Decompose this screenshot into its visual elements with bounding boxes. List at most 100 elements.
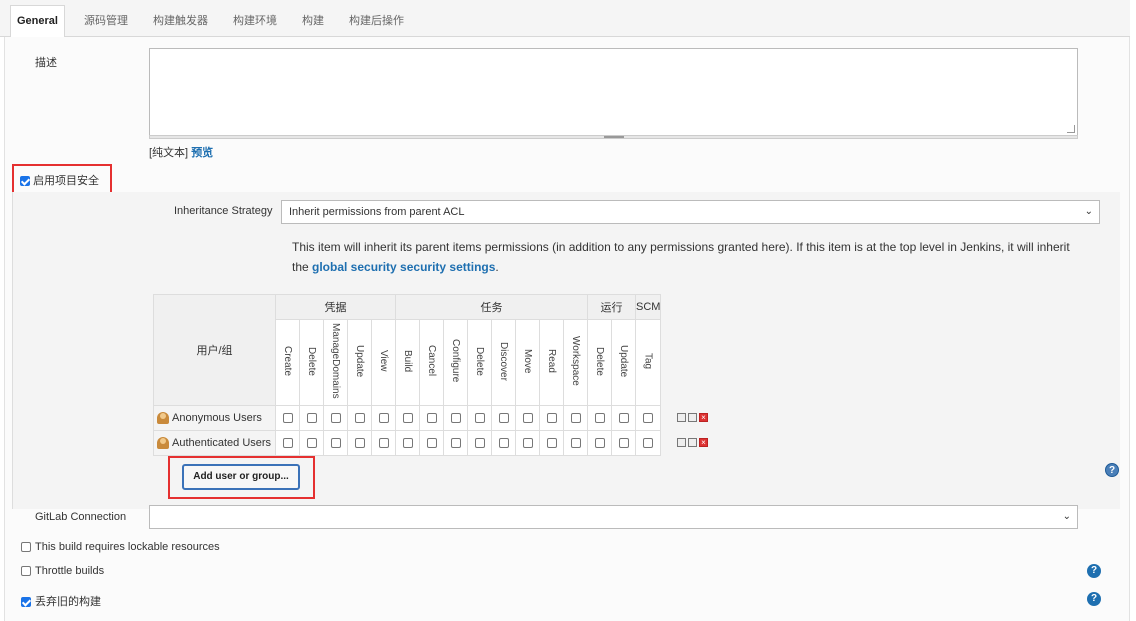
user-icon bbox=[157, 437, 169, 450]
option-lockable-resources[interactable]: This build requires lockable resources bbox=[21, 541, 220, 553]
chevron-down-icon: ⌄ bbox=[1084, 206, 1093, 217]
option-discard-old-builds[interactable]: 丢弃旧的构建 bbox=[21, 593, 101, 609]
permission-checkbox[interactable] bbox=[474, 412, 485, 423]
matrix-row-user: Anonymous Users bbox=[153, 405, 276, 431]
permission-cell bbox=[563, 405, 588, 431]
perm-header: View bbox=[371, 319, 396, 406]
tab-build[interactable]: 构建 bbox=[296, 6, 330, 37]
perm-header: Discover bbox=[491, 319, 516, 406]
perm-label: Read bbox=[546, 349, 557, 373]
permission-checkbox[interactable] bbox=[498, 437, 509, 448]
matrix-row-label: Anonymous Users bbox=[172, 411, 262, 424]
help-icon[interactable]: ? bbox=[1105, 463, 1119, 477]
preview-link[interactable]: 预览 bbox=[191, 147, 213, 159]
row-actions-authenticated: × bbox=[677, 437, 710, 448]
permission-cell bbox=[611, 405, 636, 431]
permission-cell bbox=[419, 405, 444, 431]
permission-checkbox[interactable] bbox=[570, 412, 581, 423]
permission-cell bbox=[443, 405, 468, 431]
tab-build-triggers[interactable]: 构建触发器 bbox=[147, 6, 214, 37]
resize-grip-icon[interactable] bbox=[1067, 125, 1075, 133]
perm-header: Delete bbox=[467, 319, 492, 406]
permission-cell bbox=[275, 405, 300, 431]
permission-checkbox[interactable] bbox=[306, 412, 317, 423]
perm-label: Update bbox=[354, 344, 365, 378]
permission-checkbox[interactable] bbox=[330, 437, 341, 448]
lockable-checkbox[interactable] bbox=[21, 542, 31, 553]
help-icon[interactable]: ? bbox=[1087, 592, 1101, 606]
permission-checkbox[interactable] bbox=[594, 437, 605, 448]
permission-checkbox[interactable] bbox=[546, 437, 557, 448]
permission-checkbox[interactable] bbox=[450, 412, 461, 423]
permission-checkbox[interactable] bbox=[570, 437, 581, 448]
permission-checkbox[interactable] bbox=[522, 412, 533, 423]
permission-checkbox[interactable] bbox=[498, 412, 509, 423]
inheritance-info: This item will inherit its parent items … bbox=[292, 237, 1082, 277]
gitlab-select[interactable]: ⌄ bbox=[149, 505, 1078, 529]
throttle-label: Throttle builds bbox=[35, 565, 105, 577]
permission-checkbox[interactable] bbox=[618, 437, 629, 448]
permission-checkbox[interactable] bbox=[594, 412, 605, 423]
unselect-all-icon[interactable] bbox=[688, 438, 697, 448]
permission-checkbox[interactable] bbox=[282, 412, 293, 423]
perm-label: Delete bbox=[594, 346, 605, 376]
permission-cell bbox=[299, 430, 324, 456]
permission-checkbox[interactable] bbox=[306, 437, 317, 448]
permission-cell bbox=[371, 405, 396, 431]
permission-checkbox[interactable] bbox=[354, 412, 365, 423]
permission-checkbox[interactable] bbox=[378, 437, 389, 448]
permission-cell bbox=[299, 405, 324, 431]
tab-build-environment[interactable]: 构建环境 bbox=[227, 6, 283, 37]
remove-icon[interactable]: × bbox=[699, 413, 708, 423]
permission-checkbox[interactable] bbox=[546, 412, 557, 423]
tab-scm[interactable]: 源码管理 bbox=[78, 6, 134, 37]
tab-general[interactable]: General bbox=[10, 5, 65, 38]
matrix-row-user: Authenticated Users bbox=[153, 430, 276, 456]
description-textarea[interactable] bbox=[149, 48, 1078, 136]
permission-checkbox[interactable] bbox=[402, 412, 413, 423]
permission-cell bbox=[539, 405, 564, 431]
enable-project-security[interactable]: 启用项目安全 bbox=[20, 172, 99, 188]
remove-icon[interactable]: × bbox=[699, 438, 708, 448]
perm-header: Tag bbox=[634, 319, 662, 406]
tab-post-build[interactable]: 构建后操作 bbox=[343, 6, 410, 37]
permission-checkbox[interactable] bbox=[522, 437, 533, 448]
perm-label: Cancel bbox=[426, 345, 437, 377]
project-security-checkbox[interactable] bbox=[20, 176, 30, 187]
select-all-icon[interactable] bbox=[677, 413, 686, 423]
description-label: 描述 bbox=[35, 57, 57, 69]
throttle-checkbox[interactable] bbox=[21, 566, 31, 577]
perm-header: Configure bbox=[443, 319, 468, 406]
gitlab-label: GitLab Connection bbox=[35, 511, 127, 523]
option-throttle-builds[interactable]: Throttle builds bbox=[21, 565, 104, 577]
permission-checkbox[interactable] bbox=[282, 437, 293, 448]
perm-header: Build bbox=[395, 319, 420, 406]
perm-label: Configure bbox=[450, 339, 461, 383]
permission-cell bbox=[563, 430, 588, 456]
permission-checkbox[interactable] bbox=[450, 437, 461, 448]
unselect-all-icon[interactable] bbox=[688, 413, 697, 423]
textarea-expander[interactable] bbox=[149, 135, 1078, 139]
permission-checkbox[interactable] bbox=[354, 437, 365, 448]
permission-checkbox[interactable] bbox=[402, 437, 413, 448]
permission-checkbox[interactable] bbox=[378, 412, 389, 423]
perm-label: Update bbox=[618, 344, 629, 378]
permission-checkbox[interactable] bbox=[474, 437, 485, 448]
permission-checkbox[interactable] bbox=[426, 412, 437, 423]
help-icon[interactable]: ? bbox=[1087, 564, 1101, 578]
global-security-link[interactable]: global security security settings bbox=[312, 260, 495, 274]
perm-header: Update bbox=[611, 319, 636, 406]
perm-header: ManageDomains bbox=[323, 319, 348, 406]
permission-checkbox[interactable] bbox=[618, 412, 629, 423]
permission-matrix: 用户/组 凭据 任务 运行 SCM Create Delete ManageDo… bbox=[153, 294, 662, 456]
permission-checkbox[interactable] bbox=[643, 437, 654, 448]
permission-checkbox[interactable] bbox=[643, 412, 654, 423]
add-user-button[interactable]: Add user or group... bbox=[182, 464, 300, 490]
select-all-icon[interactable] bbox=[677, 438, 686, 448]
permission-checkbox[interactable] bbox=[426, 437, 437, 448]
chevron-down-icon: ⌄ bbox=[1062, 511, 1071, 522]
permission-cell bbox=[467, 430, 492, 456]
inheritance-select[interactable]: Inherit permissions from parent ACL ⌄ bbox=[281, 200, 1100, 224]
permission-checkbox[interactable] bbox=[330, 412, 341, 423]
discard-checkbox[interactable] bbox=[21, 597, 31, 608]
